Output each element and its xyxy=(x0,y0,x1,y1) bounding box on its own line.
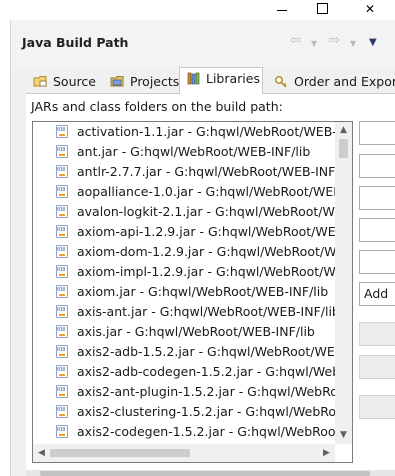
dialog-horizontal-scrollbar[interactable] xyxy=(26,470,395,476)
jar-icon xyxy=(56,205,68,218)
list-item[interactable]: aopalliance-1.0.jar - G:hqwl/WebRoot/WEB… xyxy=(33,182,335,202)
jar-icon xyxy=(56,365,68,378)
build-path-label: JARs and class folders on the build path… xyxy=(31,99,283,114)
list-item[interactable]: avalon-logkit-2.1.jar - G:hqwl/WebRoot/W… xyxy=(33,202,335,222)
jar-list-rows: activation-1.1.jar - G:hqwl/WebRoot/WEB-… xyxy=(33,122,335,444)
dialog-scroll-thumb[interactable] xyxy=(40,471,370,476)
list-item-label: axis2-clustering-1.5.2.jar - G:hqwl/WebR… xyxy=(77,404,335,419)
jar-icon xyxy=(56,125,68,138)
list-item-label: axiom-impl-1.2.9.jar - G:hqwl/WebRoot/WE… xyxy=(77,264,335,279)
jar-icon xyxy=(56,185,68,198)
list-item[interactable]: axis.jar - G:hqwl/WebRoot/WEB-INF/lib xyxy=(33,322,335,342)
list-item[interactable]: axis2-codegen-1.5.2.jar - G:hqwl/WebRoot… xyxy=(33,422,335,442)
jar-icon xyxy=(56,165,68,178)
list-item[interactable]: axiom-api-1.2.9.jar - G:hqwl/WebRoot/WEB… xyxy=(33,222,335,242)
list-item-label: axiom.jar - G:hqwl/WebRoot/WEB-INF/lib xyxy=(77,284,329,299)
list-item[interactable]: axis2-adb-1.5.2.jar - G:hqwl/WebRoot/WEB… xyxy=(33,342,335,362)
jar-icon xyxy=(56,385,68,398)
side-button-3[interactable] xyxy=(359,186,395,210)
back-arrow-icon[interactable]: ⇦ xyxy=(290,34,301,48)
list-item-label: aopalliance-1.0.jar - G:hqwl/WebRoot/WEB… xyxy=(77,184,335,199)
close-button[interactable]: ✕ xyxy=(355,0,385,20)
tab-order-and-export-label: Order and Expor xyxy=(294,74,395,89)
list-item-label: axis.jar - G:hqwl/WebRoot/WEB-INF/lib xyxy=(77,324,315,339)
jar-icon xyxy=(56,305,68,318)
list-item-label: axiom-api-1.2.9.jar - G:hqwl/WebRoot/WEB… xyxy=(77,224,335,239)
list-item[interactable]: axis-ant.jar - G:hqwl/WebRoot/WEB-INF/li… xyxy=(33,302,335,322)
jar-icon xyxy=(56,345,68,358)
horizontal-scrollbar[interactable]: ◀ ▶ xyxy=(33,444,335,462)
list-item[interactable]: axis2-adb-codegen-1.5.2.jar - G:hqwl/Web… xyxy=(33,362,335,382)
horizontal-scroll-thumb[interactable] xyxy=(50,449,190,457)
jar-icon xyxy=(56,425,68,438)
list-item-label: ant.jar - G:hqwl/WebRoot/WEB-INF/lib xyxy=(77,144,311,159)
jar-icon xyxy=(56,145,68,158)
jar-icon xyxy=(56,265,68,278)
tab-projects-label: Projects xyxy=(130,74,180,89)
list-item[interactable]: axis2-clustering-1.5.2.jar - G:hqwl/WebR… xyxy=(33,402,335,422)
jar-icon xyxy=(56,405,68,418)
list-item-label: axis-ant.jar - G:hqwl/WebRoot/WEB-INF/li… xyxy=(77,304,335,319)
projects-icon xyxy=(110,76,124,87)
list-item-label: antlr-2.7.7.jar - G:hqwl/WebRoot/WEB-INF… xyxy=(77,164,335,179)
list-item[interactable]: antlr-2.7.7.jar - G:hqwl/WebRoot/WEB-INF… xyxy=(33,162,335,182)
list-item-label: axiom-dom-1.2.9.jar - G:hqwl/WebRoot/WEB xyxy=(77,244,335,259)
libraries-icon xyxy=(187,72,200,85)
list-item-label: activation-1.1.jar - G:hqwl/WebRoot/WEB-… xyxy=(77,124,335,139)
vertical-scrollbar[interactable]: ▲ ▼ xyxy=(335,122,352,444)
side-button-8[interactable] xyxy=(359,355,395,379)
tab-libraries[interactable]: Libraries xyxy=(179,67,263,94)
minimize-button[interactable] xyxy=(268,0,298,20)
list-item-label: axis2-ant-plugin-1.5.2.jar - G:hqwl/WebR… xyxy=(77,384,335,399)
list-item-label: axis2-adb-1.5.2.jar - G:hqwl/WebRoot/WEB… xyxy=(77,344,335,359)
tab-order-and-export[interactable]: Order and Expor xyxy=(267,70,395,93)
build-path-main: Source Projects Libraries Order and Expo… xyxy=(10,66,395,476)
jar-icon xyxy=(56,325,68,338)
libraries-panel: JARs and class folders on the build path… xyxy=(26,94,395,476)
side-button-2[interactable] xyxy=(359,154,395,178)
add-button[interactable]: Add xyxy=(359,282,395,306)
jar-list[interactable]: activation-1.1.jar - G:hqwl/WebRoot/WEB-… xyxy=(32,121,353,463)
side-button-4[interactable] xyxy=(359,218,395,242)
tab-bar: Source Projects Libraries Order and Expo… xyxy=(11,66,395,94)
view-menu-icon[interactable]: ▼ xyxy=(369,36,377,50)
list-item-label: axis2-adb-codegen-1.5.2.jar - G:hqwl/Web… xyxy=(77,364,335,379)
back-dropdown-icon[interactable]: ▼ xyxy=(311,37,317,51)
scroll-right-icon[interactable]: ▶ xyxy=(318,445,335,462)
window-title-bar: ✕ xyxy=(0,0,395,20)
scroll-down-icon[interactable]: ▼ xyxy=(335,427,352,444)
vertical-scroll-thumb[interactable] xyxy=(339,139,348,158)
list-item[interactable]: axiom.jar - G:hqwl/WebRoot/WEB-INF/lib xyxy=(33,282,335,302)
side-button-7[interactable] xyxy=(359,322,395,346)
list-item-label: avalon-logkit-2.1.jar - G:hqwl/WebRoot/W… xyxy=(77,204,335,219)
tab-libraries-label: Libraries xyxy=(206,71,260,86)
jar-icon xyxy=(56,245,68,258)
list-item[interactable]: activation-1.1.jar - G:hqwl/WebRoot/WEB-… xyxy=(33,122,335,142)
list-item[interactable]: ant.jar - G:hqwl/WebRoot/WEB-INF/lib xyxy=(33,142,335,162)
order-export-icon xyxy=(275,76,287,88)
forward-arrow-icon[interactable]: ⇨ xyxy=(329,34,340,48)
tab-source-label: Source xyxy=(53,74,96,89)
list-item[interactable]: axiom-impl-1.2.9.jar - G:hqwl/WebRoot/WE… xyxy=(33,262,335,282)
list-item-label: axis2-codegen-1.5.2.jar - G:hqwl/WebRoot… xyxy=(77,424,335,439)
maximize-button[interactable] xyxy=(306,0,336,20)
side-button-9[interactable] xyxy=(359,395,395,419)
list-item[interactable]: axis2-ant-plugin-1.5.2.jar - G:hqwl/WebR… xyxy=(33,382,335,402)
source-folder-icon xyxy=(33,76,47,87)
scroll-left-icon[interactable]: ◀ xyxy=(33,445,50,462)
jar-icon xyxy=(56,285,68,298)
tab-source[interactable]: Source xyxy=(26,70,98,93)
scroll-up-icon[interactable]: ▲ xyxy=(335,122,352,139)
page-header: Java Build Path ⇦ ▼ ⇨ ▼ ▼ xyxy=(10,20,395,66)
side-button-5[interactable] xyxy=(359,250,395,274)
tab-projects[interactable]: Projects xyxy=(103,70,181,93)
list-item[interactable]: axiom-dom-1.2.9.jar - G:hqwl/WebRoot/WEB xyxy=(33,242,335,262)
forward-dropdown-icon[interactable]: ▼ xyxy=(350,37,356,51)
side-button-1[interactable] xyxy=(359,121,395,145)
page-title: Java Build Path xyxy=(22,35,129,50)
jar-icon xyxy=(56,225,68,238)
